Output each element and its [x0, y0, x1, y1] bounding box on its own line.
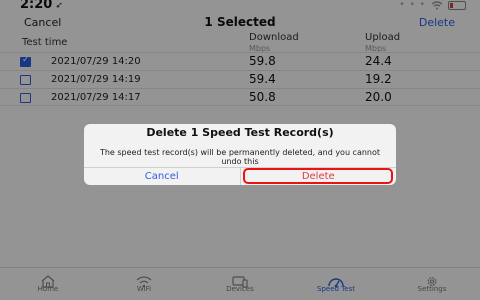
dialog-cancel-button[interactable]: Cancel — [84, 168, 241, 185]
dialog-buttons: Cancel Delete — [84, 167, 396, 185]
delete-confirm-dialog: Delete 1 Speed Test Record(s) The speed … — [84, 124, 396, 185]
dialog-cancel-label: Cancel — [144, 171, 179, 182]
highlight-ring — [242, 168, 393, 184]
dialog-delete-button[interactable]: Delete — [241, 168, 397, 185]
speed-test-history-screen: 2:20 ➶ • • • Cancel 1 Selected Delete Tes… — [0, 0, 480, 300]
dialog-message: The speed test record(s) will be permane… — [99, 148, 381, 166]
dialog-title: Delete 1 Speed Test Record(s) — [146, 126, 334, 139]
